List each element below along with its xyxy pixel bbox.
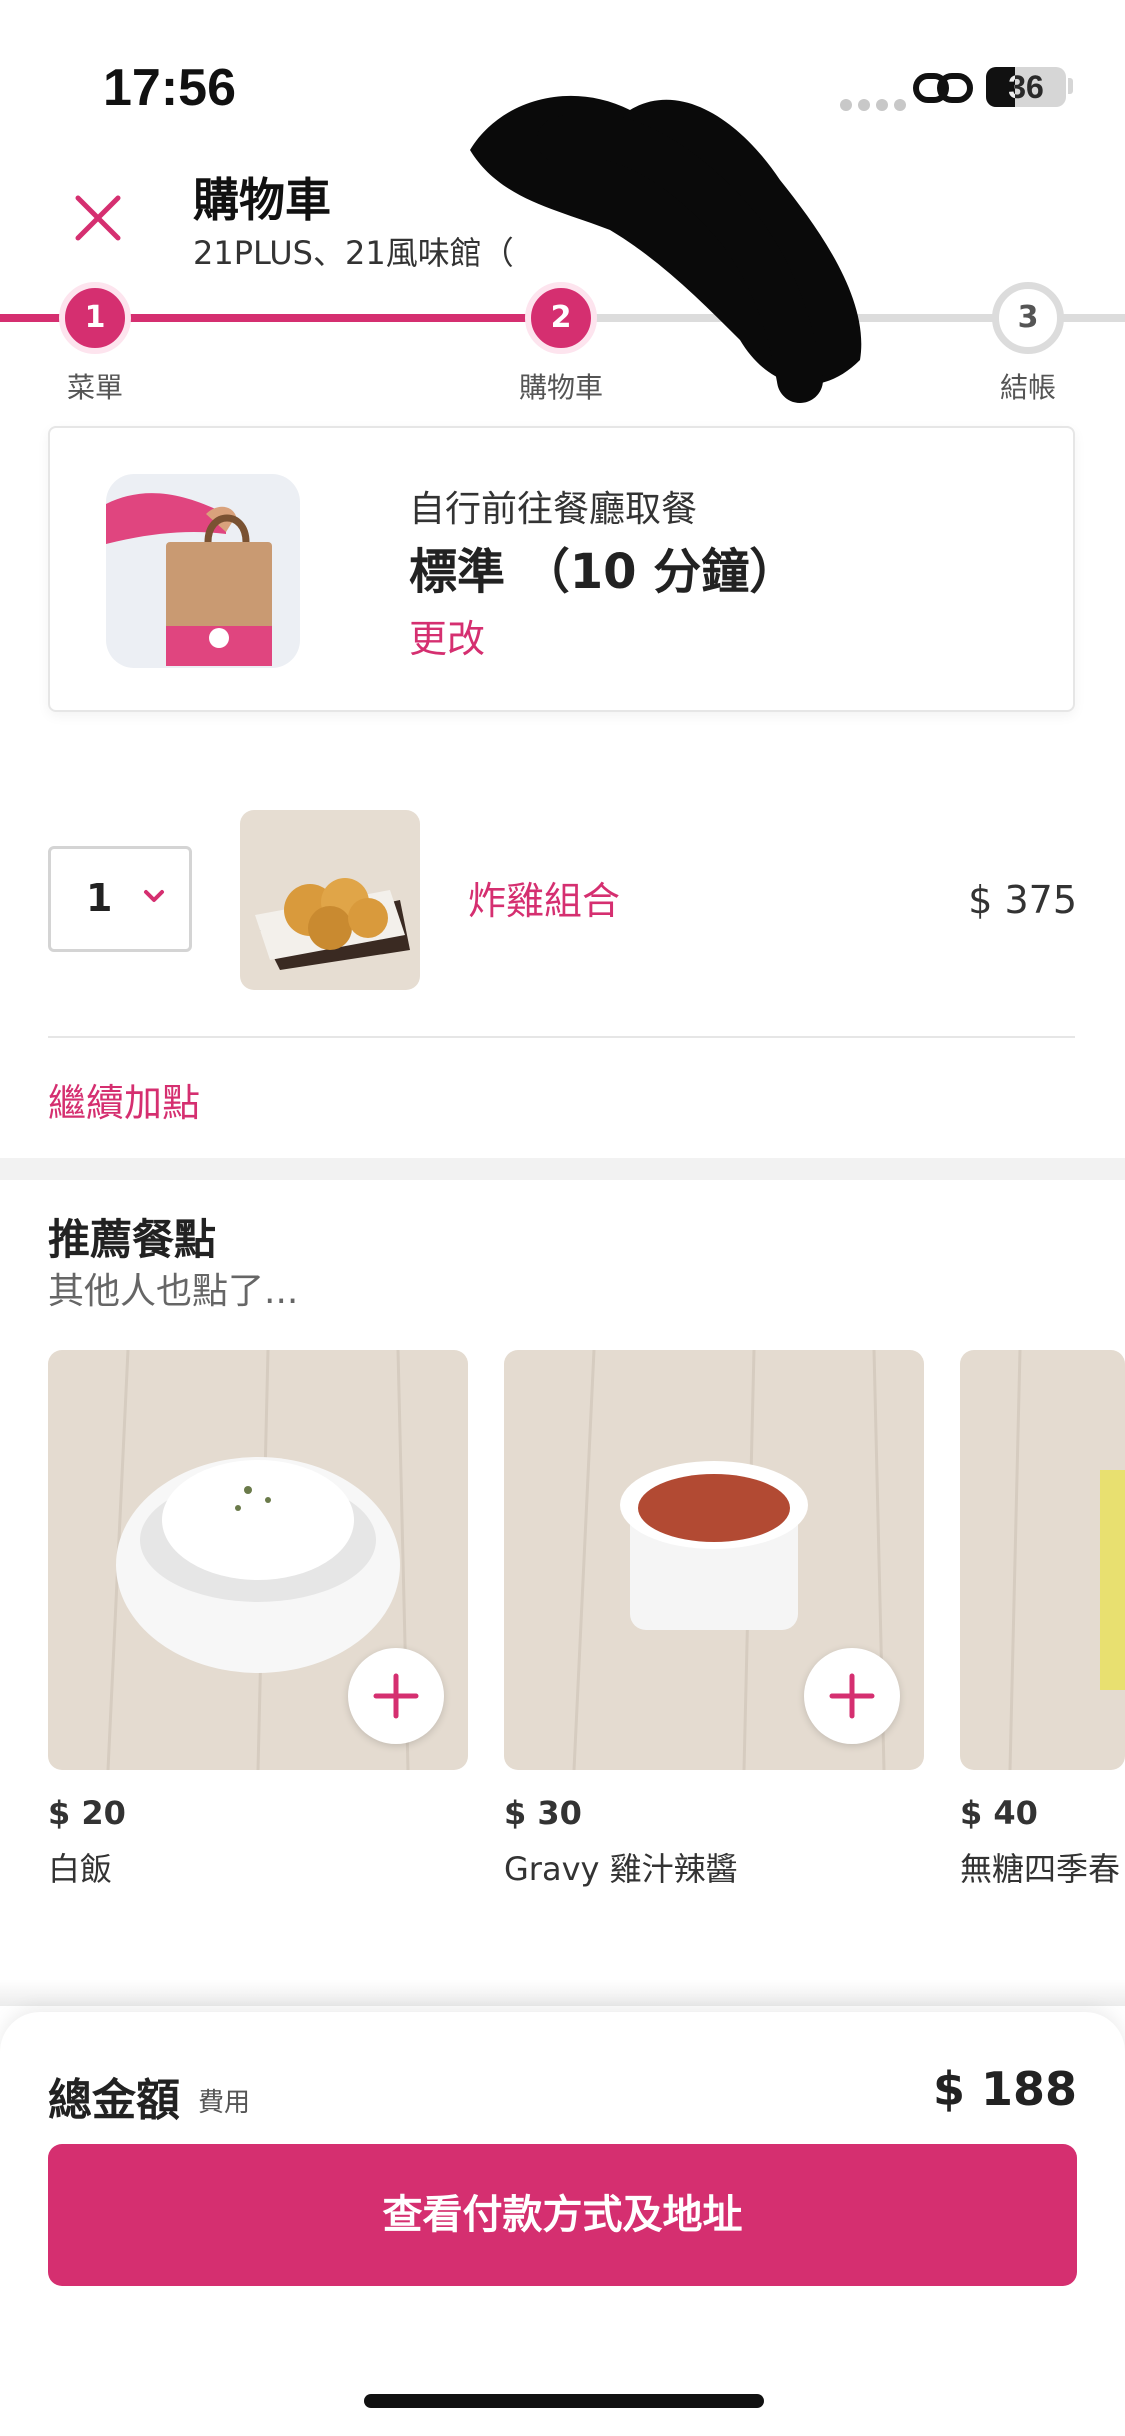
fee-label[interactable]: 費用 [198, 2082, 250, 2119]
step-menu-label: 菜單 [66, 371, 123, 404]
link-icon [913, 73, 973, 103]
rec-name: Gravy 雞汁辣醬 [504, 1850, 738, 1888]
plus-icon [829, 1673, 875, 1719]
total-label: 總金額 [48, 2075, 180, 2126]
add-rice-button[interactable] [348, 1648, 444, 1744]
item-image [240, 810, 420, 990]
rec-name: 白飯 [48, 1850, 113, 1888]
home-indicator [364, 2394, 764, 2408]
add-more-link[interactable]: 繼續加點 [48, 1072, 200, 1127]
pickup-time: 標準 （10 分鐘） [409, 544, 798, 600]
divider [48, 1036, 1075, 1038]
item-name[interactable]: 炸雞組合 [468, 870, 620, 925]
step-menu[interactable]: 1 [59, 282, 131, 354]
status-time: 17:56 [103, 59, 236, 117]
total-amount: $ 188 [932, 2062, 1077, 2116]
change-pickup-link[interactable]: 更改 [409, 608, 485, 663]
plus-icon [373, 1673, 419, 1719]
step-checkout-label: 結帳 [999, 371, 1056, 404]
recommendations-title: 推薦餐點 [48, 1215, 217, 1264]
close-icon[interactable] [66, 186, 130, 250]
recommendations-subtitle: 其他人也點了... [48, 1271, 299, 1312]
pickup-bag-icon [106, 474, 300, 668]
battery-percent: 36 [1008, 69, 1044, 105]
rec-price: $ 40 [960, 1794, 1038, 1832]
rec-name: 無糖四季春 [960, 1850, 1121, 1888]
chevron-down-icon [144, 890, 164, 902]
rec-card-tea[interactable] [960, 1350, 1125, 1770]
quantity-value: 1 [86, 876, 113, 920]
step-checkout: 3 [992, 282, 1064, 354]
pickup-mode: 自行前往餐廳取餐 [409, 489, 698, 530]
review-payment-button[interactable]: 查看付款方式及地址 [48, 2144, 1077, 2286]
page-title: 購物車 [193, 173, 331, 227]
rec-price: $ 20 [48, 1794, 126, 1832]
quantity-selector[interactable] [48, 846, 192, 952]
sheet-shadow [0, 1980, 1125, 2006]
rec-price: $ 30 [504, 1794, 582, 1832]
section-separator [0, 1158, 1125, 1180]
item-price: $ 375 [968, 878, 1077, 922]
battery-icon: 36 [986, 67, 1066, 107]
battery-cap [1068, 78, 1073, 94]
redaction-mark [470, 95, 862, 403]
add-gravy-button[interactable] [804, 1648, 900, 1744]
